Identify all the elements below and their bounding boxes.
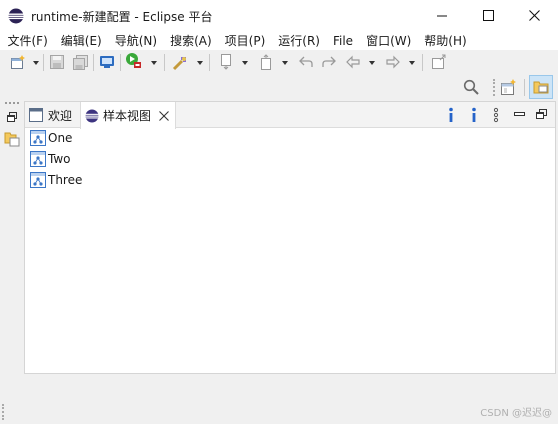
toolbar-separator [93, 54, 94, 71]
menu-file-custom[interactable]: File [326, 33, 359, 49]
run-icon[interactable] [125, 52, 143, 70]
menu-bar: 文件(F) 编辑(E) 导航(N) 搜索(A) 项目(P) 运行(R) File… [0, 32, 558, 50]
menu-run[interactable]: 运行(R) [272, 33, 327, 49]
menu-file[interactable]: 文件(F) [1, 33, 54, 49]
menu-project[interactable]: 项目(P) [218, 33, 272, 49]
toolbar-separator [164, 54, 165, 71]
external-tools-icon[interactable] [171, 53, 189, 71]
forward-dropdown-icon[interactable] [409, 61, 415, 65]
annotation-down-dropdown-icon[interactable] [242, 61, 248, 65]
forward-icon[interactable] [384, 53, 402, 71]
tab-welcome-label: 欢迎 [48, 108, 73, 123]
back-icon[interactable] [344, 53, 362, 71]
title-bar: runtime-新建配置 - Eclipse 平台 [0, 0, 558, 32]
pin-editor-icon[interactable] [430, 53, 448, 71]
element-icon [30, 172, 46, 188]
perspective-toolbar [0, 75, 558, 100]
new-wizard-icon[interactable] [9, 53, 27, 71]
new-dropdown-icon[interactable] [33, 61, 39, 65]
welcome-icon [29, 108, 43, 122]
watermark: CSDN @迟迟@ [480, 408, 552, 419]
search-icon[interactable] [462, 78, 480, 96]
maximize-button[interactable] [465, 0, 511, 31]
left-trim-stack [3, 100, 21, 420]
back-dropdown-icon[interactable] [369, 61, 375, 65]
toolbar-separator [120, 54, 121, 71]
toolbar-separator [524, 79, 525, 96]
minimize-button[interactable] [419, 0, 465, 31]
main-toolbar [0, 50, 558, 75]
toolbar-separator [422, 54, 423, 71]
annotation-up-icon[interactable] [257, 53, 275, 71]
toolbar-separator [209, 54, 210, 71]
restore-icon[interactable] [3, 108, 21, 126]
toolbar-grip[interactable] [493, 79, 495, 96]
tree-item-three[interactable]: Three [30, 170, 82, 190]
tab-welcome[interactable]: 欢迎 [29, 102, 81, 128]
annotation-up-dropdown-icon[interactable] [282, 61, 288, 65]
console-icon[interactable] [98, 53, 116, 71]
tree-item-label: Two [48, 152, 71, 166]
close-button[interactable] [511, 0, 557, 31]
last-edit-icon[interactable] [320, 53, 338, 71]
window-title: runtime-新建配置 - Eclipse 平台 [31, 10, 213, 24]
element-icon [30, 151, 46, 167]
save-icon[interactable] [48, 53, 66, 71]
close-tab-icon[interactable] [159, 110, 169, 121]
menu-window[interactable]: 窗口(W) [360, 33, 418, 49]
tree-item-label: One [48, 131, 73, 145]
tree-item-label: Three [48, 173, 83, 187]
external-tools-dropdown-icon[interactable] [197, 61, 203, 65]
run-dropdown-icon[interactable] [151, 61, 157, 65]
tab-sample-view-label: 样本视图 [103, 109, 152, 123]
tree-item-one[interactable]: One [30, 128, 72, 148]
tree-item-two[interactable]: Two [30, 149, 71, 169]
eclipse-logo-icon [8, 8, 24, 24]
eclipse-view-icon [85, 109, 99, 123]
previous-edit-icon[interactable] [297, 53, 315, 71]
minimize-view-icon[interactable] [510, 105, 528, 123]
status-bar-grip[interactable] [2, 404, 6, 420]
trim-grip[interactable] [5, 102, 19, 104]
element-icon [30, 130, 46, 146]
menu-edit[interactable]: 编辑(E) [54, 33, 108, 49]
resource-perspective-icon[interactable] [529, 75, 553, 99]
maximize-view-icon[interactable] [532, 105, 550, 123]
open-perspective-icon[interactable] [500, 78, 518, 96]
tab-sample-view[interactable]: 样本视图 [80, 102, 176, 129]
view-tab-bar: 欢迎 样本视图 [25, 102, 555, 129]
view-menu-icon[interactable] [487, 106, 505, 124]
project-explorer-icon[interactable] [3, 130, 21, 148]
save-all-icon[interactable] [71, 53, 89, 71]
view-area: 欢迎 样本视图 One Two Three [24, 101, 556, 374]
annotation-icon[interactable] [217, 53, 235, 71]
menu-navigate[interactable]: 导航(N) [108, 33, 163, 49]
info-icon[interactable] [442, 106, 460, 124]
menu-help[interactable]: 帮助(H) [418, 33, 473, 49]
toolbar-separator [43, 54, 44, 71]
menu-search[interactable]: 搜索(A) [164, 33, 219, 49]
info-icon[interactable] [465, 106, 483, 124]
